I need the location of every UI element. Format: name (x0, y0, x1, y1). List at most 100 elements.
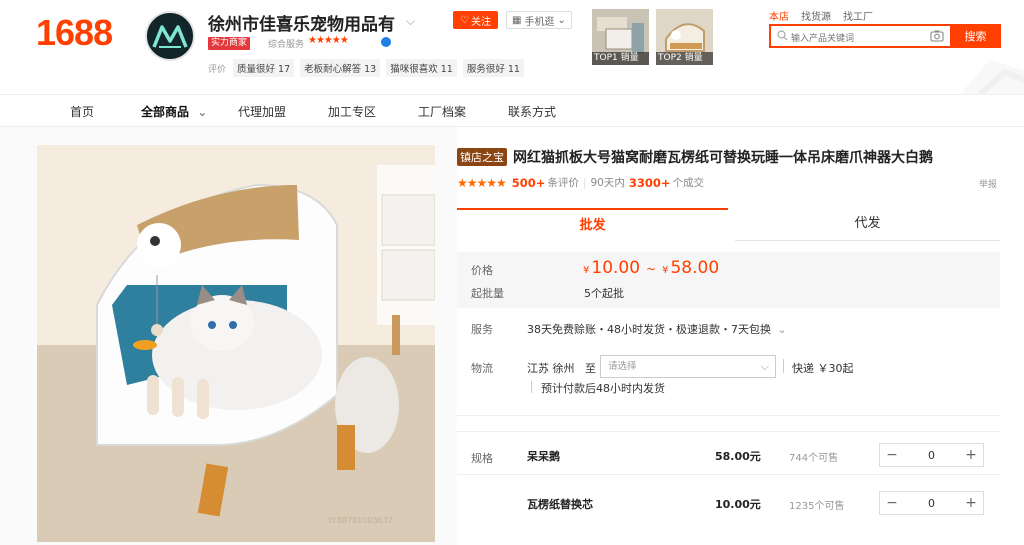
review-tag[interactable]: 服务很好 11 (462, 59, 524, 77)
deals-period: 90天内 (590, 177, 625, 189)
search-tabs: 本店 找货源 找工厂 (769, 8, 873, 23)
nav-agency[interactable]: 代理加盟 (238, 103, 286, 120)
spec-item-name: 瓦楞纸替换芯 (527, 498, 593, 511)
spec-label: 规格 (471, 452, 493, 465)
follow-label: 关注 (470, 16, 491, 28)
quantity-value[interactable]: 0 (904, 497, 959, 510)
divider (457, 431, 1000, 432)
price-box (457, 252, 1000, 308)
currency-symbol: ¥ (662, 265, 669, 276)
shop-name[interactable]: 徐州市佳喜乐宠物用品有 (208, 10, 395, 35)
camera-icon (930, 30, 944, 42)
top-label: TOP1 销量 (592, 52, 649, 65)
header-decoration (960, 60, 1024, 94)
nav-all-products-label: 全部商品 (141, 105, 190, 119)
logistics-label: 物流 (471, 362, 493, 375)
nav-processing[interactable]: 加工专区 (328, 103, 376, 120)
spec-item-price: 10.00元 (715, 498, 761, 511)
tab-wholesale[interactable]: 批发 (457, 208, 728, 241)
heart-icon: ♡ (460, 14, 469, 26)
product-page: 1688 徐州市佳喜乐宠物用品有 ⌵ ♡ 关注 ▦ 手机逛 ⌄ 实力商家 综合服… (0, 0, 1024, 545)
divider (457, 415, 1000, 416)
review-tag[interactable]: 质量很好 17 (233, 59, 295, 77)
reviews-label[interactable]: 条评价 (547, 175, 579, 190)
search-box (769, 24, 950, 49)
moq-label: 起批量 (471, 287, 504, 300)
top-label: TOP2 销量 (656, 52, 713, 65)
chevron-down-icon: ⌄ (557, 14, 566, 26)
merchant-badge: 实力商家 (208, 37, 251, 50)
quantity-stepper: − 0 + (879, 491, 984, 515)
rating-label: 评价 (208, 65, 227, 75)
increase-button[interactable]: + (959, 444, 983, 466)
divider (783, 359, 784, 373)
service-stars: ★★★★★ (308, 35, 349, 46)
price-tilde: ~ (646, 262, 657, 276)
shop-nav: 首页 全部商品 ⌄ 代理加盟 加工专区 工厂档案 联系方式 (0, 94, 1024, 127)
reviews-count[interactable]: 500+ (512, 176, 546, 190)
moq-value: 5个起批 (584, 287, 624, 300)
divider (457, 474, 1000, 475)
decrease-button[interactable]: − (880, 492, 904, 514)
spec-item-stock: 744个可售 (789, 453, 839, 464)
deals-label: 个成交 (672, 177, 705, 189)
report-link[interactable]: 举报 (979, 177, 997, 190)
increase-button[interactable]: + (959, 492, 983, 514)
logistics-origin: 江苏 徐州 (527, 362, 575, 375)
nav-factory[interactable]: 工厂档案 (418, 103, 466, 120)
tab-dropship[interactable]: 代发 (735, 208, 1000, 241)
top-product-thumb[interactable]: TOP2 销量 (656, 9, 713, 65)
price-label: 价格 (471, 264, 493, 277)
top-product-thumb[interactable]: TOP1 销量 (592, 9, 649, 65)
service-text: 38天免费赊账・48小时发货・极速退款・7天包换 (527, 323, 771, 336)
destination-placeholder: 请选择 (608, 361, 637, 372)
quantity-value[interactable]: 0 (904, 449, 959, 462)
search-input[interactable] (771, 29, 911, 49)
site-logo[interactable]: 1688 (36, 12, 113, 54)
spec-item-price: 58.00元 (715, 450, 761, 463)
mobile-browse-button[interactable]: ▦ 手机逛 ⌄ (506, 11, 572, 29)
nav-home[interactable]: 首页 (70, 103, 94, 120)
decrease-button[interactable]: − (880, 444, 904, 466)
chevron-down-icon: ⌄ (777, 323, 787, 336)
product-main-image[interactable]: YE88781003637 (37, 145, 435, 542)
search-tab-shop[interactable]: 本店 (769, 8, 789, 23)
chevron-down-icon: ⌵ (760, 360, 769, 373)
service-value[interactable]: 38天免费赊账・48小时发货・极速退款・7天包换 ⌄ (527, 321, 787, 337)
currency-symbol: ¥ (583, 265, 590, 276)
shop-logo-icon (152, 25, 188, 48)
product-title: 网红猫抓板大号猫窝耐磨瓦楞纸可替换玩睡一体吊床磨爪神器大白鹅 (513, 150, 933, 166)
review-tag[interactable]: 猫咪很喜欢 11 (386, 59, 457, 77)
image-watermark: YE88781003637 (326, 516, 393, 525)
quantity-stepper: − 0 + (879, 443, 984, 467)
header: 1688 徐州市佳喜乐宠物用品有 ⌵ ♡ 关注 ▦ 手机逛 ⌄ 实力商家 综合服… (0, 0, 1024, 94)
shop-avatar[interactable] (145, 11, 195, 61)
dispatch-time: 预计付款后48小时内发货 (541, 382, 665, 395)
cat-bed-photo: YE88781003637 (37, 145, 435, 542)
service-label: 服务 (471, 323, 493, 336)
divider: | (582, 176, 587, 189)
review-tag[interactable]: 老板耐心解答 13 (300, 59, 381, 77)
search-tab-factory[interactable]: 找工厂 (843, 8, 873, 23)
chevron-down-icon[interactable]: ⌵ (406, 14, 415, 29)
service-score-label: 综合服务 (268, 40, 305, 50)
chevron-down-icon: ⌄ (197, 105, 208, 119)
follow-button[interactable]: ♡ 关注 (453, 11, 498, 29)
nav-contact[interactable]: 联系方式 (508, 103, 556, 120)
qr-code-icon: ▦ (512, 14, 522, 26)
mobile-label: 手机逛 (524, 16, 555, 28)
verified-icon (381, 37, 391, 47)
shop-treasure-badge: 镇店之宝 (457, 148, 507, 166)
spec-item-stock: 1235个可售 (789, 501, 845, 512)
express-fee: 快递 ￥30起 (792, 362, 854, 375)
review-tags: 质量很好 17 老板耐心解答 13 猫咪很喜欢 11 服务很好 11 (233, 59, 524, 77)
logistics-to: 至 (585, 362, 596, 375)
search-tab-source[interactable]: 找货源 (801, 8, 831, 23)
search-icon (777, 30, 788, 41)
title-row: 镇店之宝 网红猫抓板大号猫窝耐磨瓦楞纸可替换玩睡一体吊床磨爪神器大白鹅 (457, 147, 933, 167)
destination-select[interactable]: 请选择 ⌵ (600, 355, 776, 378)
rating-stars: ★★★★★ (457, 175, 507, 190)
price-range: ¥10.00 ~ ¥58.00 (583, 258, 719, 278)
price-max: 58.00 (670, 258, 720, 278)
nav-all-products[interactable]: 全部商品 ⌄ (141, 103, 207, 120)
